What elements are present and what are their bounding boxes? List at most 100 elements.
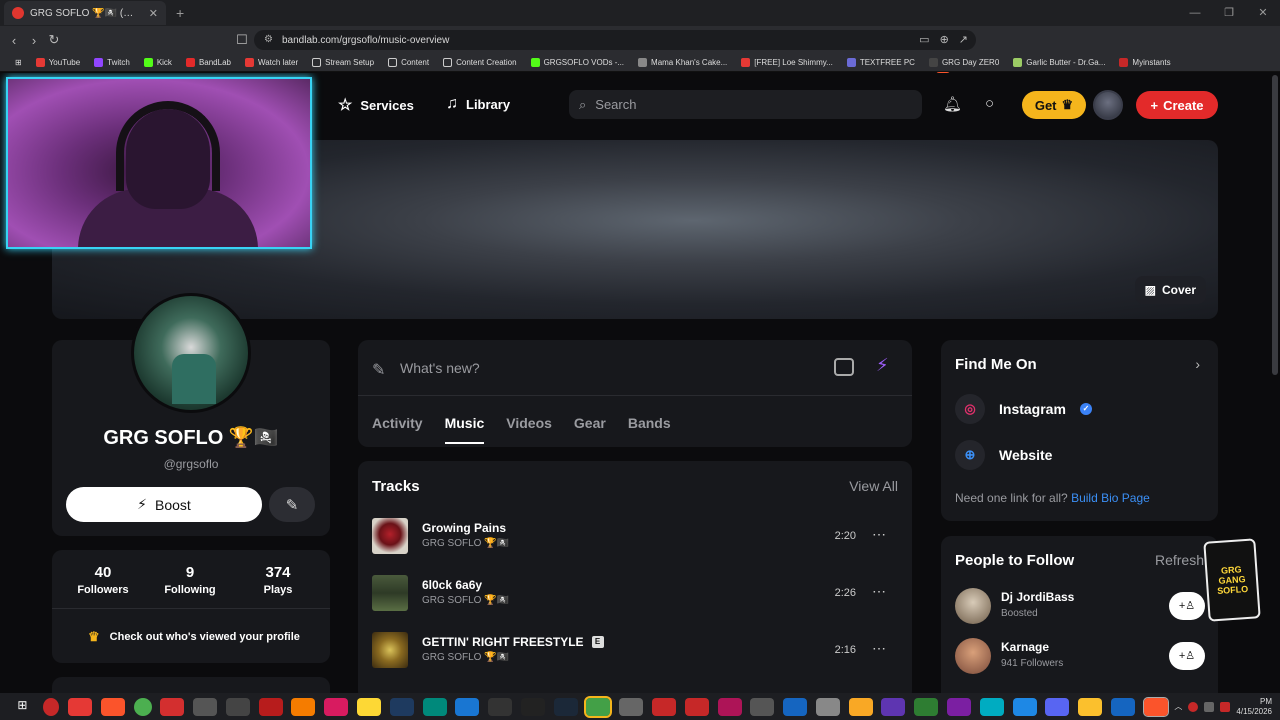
bookmark-folder[interactable]: Stream Setup: [305, 58, 381, 67]
tab-videos[interactable]: Videos: [506, 415, 552, 431]
bookmark-folder[interactable]: Content: [381, 58, 436, 67]
site-info-icon[interactable]: ⚙: [264, 34, 273, 45]
apps-icon[interactable]: ⊞: [8, 58, 29, 67]
followers-stat[interactable]: 40 Followers: [63, 564, 143, 596]
cover-edit-button[interactable]: ▨ Cover: [1134, 276, 1206, 304]
tab-music[interactable]: Music: [444, 415, 484, 444]
photoshop-icon[interactable]: [389, 697, 414, 716]
bookmark-icon[interactable]: ☐: [232, 32, 252, 48]
url-field[interactable]: ⚙ bandlab.com/grgsoflo/music-overview ▭ …: [254, 30, 976, 50]
cast-icon[interactable]: ▭: [919, 33, 929, 46]
image-upload-icon[interactable]: [834, 358, 854, 376]
edge-icon[interactable]: [455, 697, 480, 716]
website-link[interactable]: ⊕ Website: [955, 440, 1052, 470]
restore-icon[interactable]: ❐: [1212, 0, 1246, 26]
phone-icon[interactable]: [914, 697, 939, 716]
track-row[interactable]: 6l0ck 6a6y GRG SOFLO 🏆🏴‍☠️ 2:26 ⋯: [372, 575, 898, 615]
bookmark-item[interactable]: GRG Day ZER0: [922, 58, 1006, 67]
new-tab-icon[interactable]: +: [176, 5, 184, 21]
view-all-link[interactable]: View All: [849, 478, 898, 494]
more-options-icon[interactable]: ⋯: [872, 640, 886, 657]
library-link[interactable]: ♫ Library: [446, 95, 510, 113]
folder-icon[interactable]: [848, 697, 873, 716]
close-tab-icon[interactable]: ✕: [149, 7, 158, 20]
tray-icon[interactable]: [1220, 701, 1231, 712]
bookmark-item[interactable]: TEXTFREE PC: [840, 58, 922, 67]
user-avatar[interactable]: [1093, 90, 1123, 120]
app-icon[interactable]: [947, 697, 972, 716]
app-icon[interactable]: [1110, 697, 1135, 716]
clock[interactable]: PM 4/15/2026: [1236, 697, 1272, 717]
tab-bands[interactable]: Bands: [628, 415, 671, 431]
tab-gear[interactable]: Gear: [574, 415, 606, 431]
brave-icon[interactable]: [100, 697, 125, 716]
instagram-link[interactable]: ◎ Instagram ✓: [955, 394, 1092, 424]
more-options-icon[interactable]: ⋯: [872, 583, 886, 600]
track-row[interactable]: Growing Pains GRG SOFLO 🏆🏴‍☠️ 2:20 ⋯: [372, 518, 898, 558]
search-input[interactable]: ⌕ Search: [569, 90, 922, 119]
create-button[interactable]: + Create: [1136, 91, 1218, 119]
track-row[interactable]: GETTIN' RIGHT FREESTYLE E GRG SOFLO 🏆🏴‍☠…: [372, 632, 898, 672]
close-window-icon[interactable]: ✕: [1246, 0, 1280, 26]
bookmark-item[interactable]: GRGSOFLO VODs -...: [524, 58, 631, 67]
media-player-icon[interactable]: [291, 697, 316, 716]
app-icon[interactable]: [717, 697, 742, 716]
tab-activity[interactable]: Activity: [372, 415, 423, 431]
brave-icon[interactable]: [1142, 696, 1169, 717]
instagram-icon[interactable]: [324, 697, 349, 716]
chevron-up-icon[interactable]: ︿: [1174, 701, 1182, 712]
drive-icon[interactable]: [1078, 697, 1103, 716]
windows-start-icon[interactable]: ⊞: [10, 698, 34, 716]
get-membership-button[interactable]: Get ♛: [1022, 91, 1086, 119]
bookmark-folder[interactable]: Content Creation: [436, 58, 523, 67]
notifications-bell-icon[interactable]: 🔔︎: [943, 95, 962, 113]
davinci-icon[interactable]: [520, 697, 545, 716]
app-icon[interactable]: [619, 697, 644, 716]
bookmark-item[interactable]: [FREE] Loe Shimmy...: [734, 58, 840, 67]
bookmark-item[interactable]: BandLab: [179, 58, 238, 67]
discord-icon[interactable]: [1045, 697, 1070, 716]
edit-profile-button[interactable]: ✎: [269, 487, 315, 522]
refresh-link[interactable]: Refresh: [1155, 552, 1204, 568]
app-icon[interactable]: [750, 697, 775, 716]
tray-icon[interactable]: [1204, 701, 1215, 712]
bookmark-item[interactable]: Mama Khan's Cake...: [631, 58, 734, 67]
bookmark-item[interactable]: Myinstants: [1112, 58, 1177, 67]
app-icon[interactable]: [422, 697, 447, 716]
app-icon[interactable]: [43, 697, 60, 716]
following-stat[interactable]: 9 Following: [150, 564, 230, 596]
follow-button[interactable]: +♙: [1169, 642, 1205, 670]
suggested-user[interactable]: Karnage 941 Followers +♙: [955, 638, 1205, 678]
back-icon[interactable]: ‹: [4, 33, 24, 48]
chatgpt-icon[interactable]: [193, 697, 218, 716]
capcut-icon[interactable]: [488, 697, 513, 716]
follow-button[interactable]: +♙: [1169, 592, 1205, 620]
bookmark-item[interactable]: Watch later: [238, 58, 305, 67]
track-artist[interactable]: GRG SOFLO 🏆🏴‍☠️: [422, 652, 509, 663]
chevron-right-icon[interactable]: ›: [1195, 356, 1200, 372]
profile-avatar[interactable]: [131, 293, 251, 413]
bookmark-item[interactable]: Kick: [137, 58, 179, 67]
steam-icon[interactable]: [553, 697, 578, 716]
bookmark-item[interactable]: Twitch: [87, 58, 137, 67]
app-icon[interactable]: [815, 697, 840, 716]
bookmark-item[interactable]: YouTube: [29, 58, 87, 67]
chrome-icon[interactable]: [133, 697, 152, 716]
suggested-user[interactable]: Dj JordiBass Boosted +♙: [955, 588, 1205, 628]
tray-icon[interactable]: [1188, 701, 1199, 712]
track-artist[interactable]: GRG SOFLO 🏆🏴‍☠️: [422, 595, 509, 606]
youtube-icon[interactable]: [67, 697, 92, 716]
minimize-icon[interactable]: —: [1178, 0, 1212, 26]
zoom-icon[interactable]: ⊕: [940, 33, 949, 46]
app-icon[interactable]: [684, 697, 709, 716]
notes-icon[interactable]: [356, 697, 381, 716]
profile-viewers-link[interactable]: ♛ Check out who's viewed your profile: [88, 629, 300, 645]
build-bio-page-link[interactable]: Build Bio Page: [1071, 491, 1150, 505]
app-icon[interactable]: [652, 697, 677, 716]
bookmark-item[interactable]: Garlic Butter - Dr.Ga...: [1006, 58, 1112, 67]
reload-icon[interactable]: ↻: [44, 32, 64, 48]
share-icon[interactable]: ↗: [959, 33, 968, 46]
settings-icon[interactable]: [783, 697, 808, 716]
messages-icon[interactable]: ○: [985, 95, 994, 112]
app-icon[interactable]: [979, 697, 1004, 716]
